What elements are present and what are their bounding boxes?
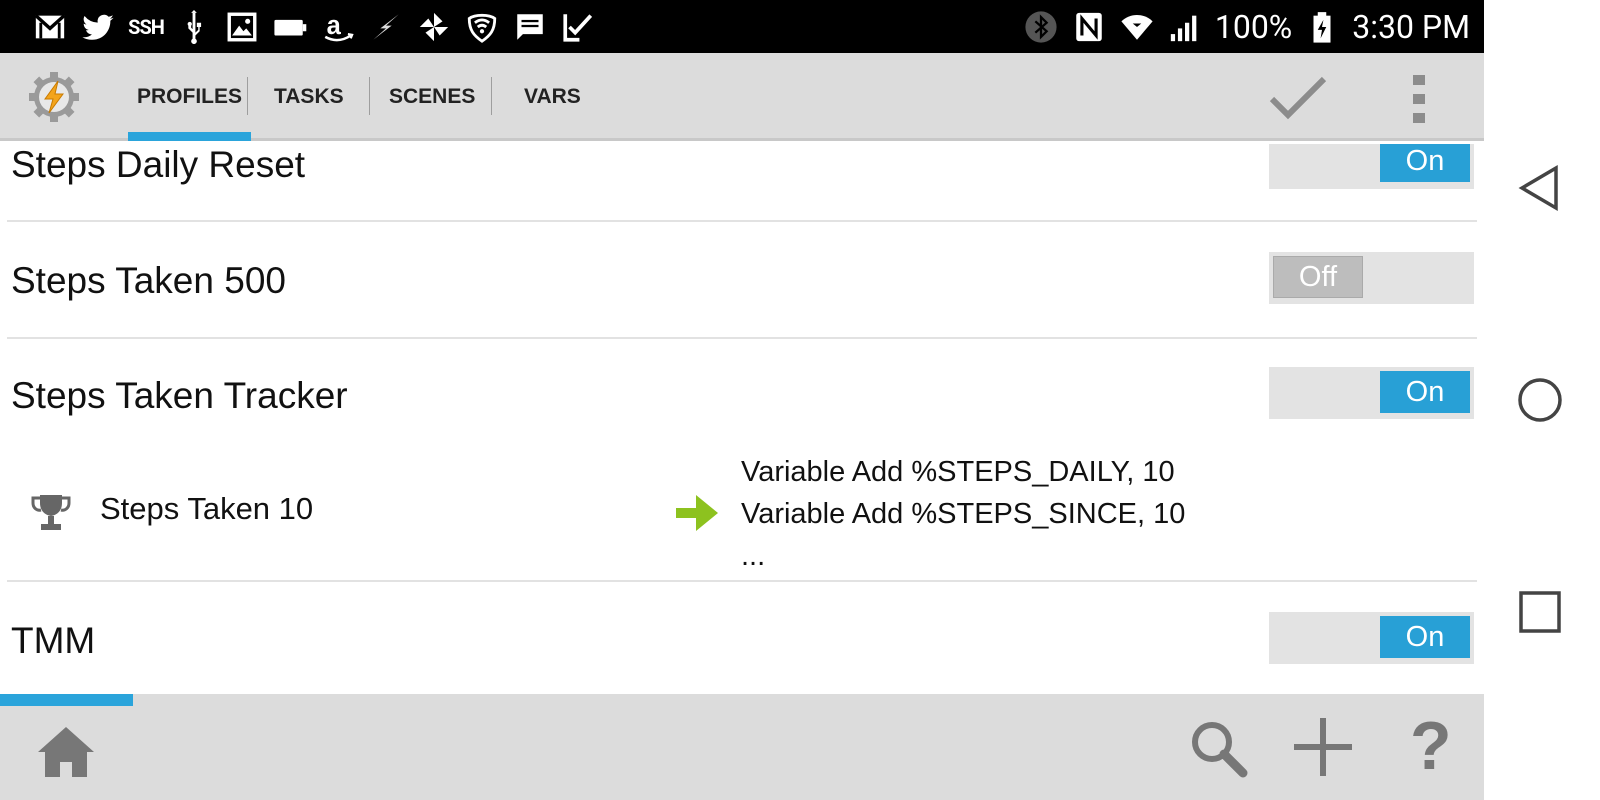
ssh-icon: SSH (128, 15, 165, 39)
clock: 3:30 PM (1352, 8, 1470, 46)
tab-separator (491, 77, 492, 115)
task-line: Variable Add %STEPS_SINCE, 10 (741, 498, 1186, 530)
overflow-menu-icon[interactable] (1400, 73, 1440, 125)
nfc-icon (1071, 9, 1107, 45)
profile-name: Steps Taken 500 (11, 260, 286, 301)
apply-check-icon[interactable] (1268, 73, 1328, 123)
flash-icon (368, 9, 404, 45)
tab-separator (247, 77, 248, 115)
profile-toggle[interactable]: On (1269, 144, 1474, 189)
home-icon[interactable] (36, 724, 96, 780)
amazon-icon: a (320, 9, 356, 45)
gmail-icon (32, 9, 68, 45)
profile-toggle[interactable]: Off (1269, 252, 1474, 304)
tasker-logo-icon[interactable] (28, 71, 80, 123)
bottom-toolbar: ? (0, 694, 1484, 800)
wifi-shield-icon (464, 9, 500, 45)
bluetooth-icon (1023, 9, 1059, 45)
task-summary[interactable]: Variable Add %STEPS_DAILY, 10 Variable A… (741, 451, 1185, 577)
task-line: Variable Add %STEPS_DAILY, 10 (741, 456, 1175, 488)
list-item[interactable]: Steps Taken 500 Off (0, 222, 1484, 338)
usb-icon (176, 9, 212, 45)
action-bar: PROFILES TASKS SCENES VARS (0, 53, 1484, 141)
search-icon[interactable] (1188, 718, 1248, 778)
list-item[interactable]: TMM On (0, 582, 1484, 694)
task-line: ... (741, 540, 766, 572)
battery-percent: 100% (1214, 8, 1293, 46)
toggle-off-label: Off (1273, 256, 1363, 298)
profile-name: Steps Taken Tracker (11, 375, 348, 416)
list-item[interactable]: Steps Taken Tracker On Steps Taken 10 Va… (0, 339, 1484, 576)
toggle-on-label: On (1380, 144, 1470, 182)
system-nav-bar (1484, 0, 1600, 800)
wifi-icon (1119, 9, 1155, 45)
profile-toggle[interactable]: On (1269, 612, 1474, 664)
add-icon[interactable] (1292, 716, 1354, 778)
tab-separator (369, 77, 370, 115)
battery-charging-icon (1304, 9, 1340, 45)
home-button[interactable] (1510, 370, 1570, 430)
recents-icon (1519, 591, 1561, 633)
twitter-icon (80, 9, 116, 45)
profile-toggle[interactable]: On (1269, 367, 1474, 419)
help-button[interactable]: ? (1410, 712, 1452, 780)
arrow-right-icon (676, 495, 718, 531)
back-button[interactable] (1510, 158, 1570, 218)
back-icon (1518, 164, 1558, 212)
scroll-indicator (0, 694, 133, 706)
home-circle-icon (1518, 378, 1562, 422)
checkmark-icon (560, 9, 596, 45)
battery-saver-icon (272, 9, 308, 45)
profile-list: Steps Daily Reset On Steps Taken 500 Off… (0, 144, 1484, 694)
image-icon (224, 9, 260, 45)
trophy-icon (31, 495, 71, 530)
context-label[interactable]: Steps Taken 10 (100, 491, 313, 527)
tab-vars[interactable]: VARS (524, 53, 581, 141)
list-item[interactable]: Steps Daily Reset On (0, 144, 1484, 221)
status-bar: SSH a 100% 3:30 PM (0, 0, 1484, 53)
profile-name: Steps Daily Reset (11, 144, 306, 185)
recents-button[interactable] (1510, 582, 1570, 642)
tab-tasks[interactable]: TASKS (274, 53, 344, 141)
toggle-on-label: On (1380, 616, 1470, 658)
tab-profiles[interactable]: PROFILES (127, 53, 252, 141)
message-icon (512, 9, 548, 45)
tab-scenes[interactable]: SCENES (389, 53, 475, 141)
toggle-on-label: On (1380, 371, 1470, 413)
pinwheel-icon (416, 9, 452, 45)
profile-name: TMM (11, 620, 96, 661)
signal-icon (1167, 9, 1203, 45)
svg-text:a: a (327, 12, 342, 40)
